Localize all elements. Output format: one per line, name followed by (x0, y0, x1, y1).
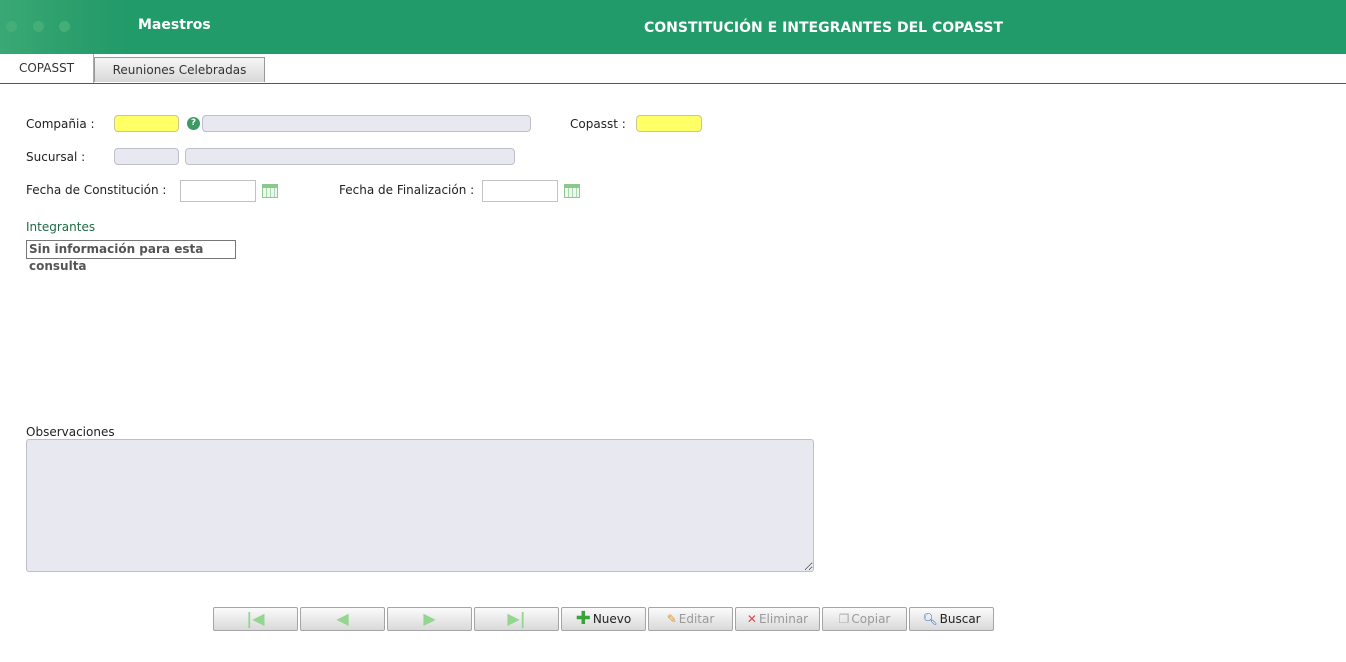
tab-bar: COPASST Reuniones Celebradas (0, 54, 1346, 84)
copasst-label: Copasst : (570, 117, 626, 131)
integrantes-empty-message: Sin información para esta consulta (26, 240, 236, 273)
help-icon[interactable]: ? (187, 117, 200, 130)
app-header: Maestros CONSTITUCIÓN E INTEGRANTES DEL … (0, 0, 1346, 54)
page-title: CONSTITUCIÓN E INTEGRANTES DEL COPASST (644, 20, 1004, 36)
observaciones-label: Observaciones (26, 425, 115, 439)
compania-code-input[interactable] (114, 115, 179, 132)
window-dot (33, 21, 44, 32)
tab-copasst[interactable]: COPASST (0, 54, 94, 83)
fecha-finalizacion-label: Fecha de Finalización : (339, 183, 475, 197)
last-record-button[interactable]: ▶| (474, 607, 559, 631)
eliminar-label: Eliminar (758, 612, 809, 626)
previous-record-button[interactable]: ◀ (300, 607, 385, 631)
compania-label: Compañia : (26, 117, 95, 131)
buscar-label: Buscar (939, 612, 981, 626)
window-dot (59, 21, 70, 32)
first-record-icon: |◀ (246, 609, 265, 628)
sucursal-label: Sucursal : (26, 150, 86, 164)
plus-icon: ✚ (575, 608, 591, 629)
module-title[interactable]: Maestros (138, 17, 211, 33)
calendar-icon[interactable] (564, 184, 580, 198)
copiar-button[interactable]: ❐ Copiar (822, 607, 907, 631)
copiar-label: Copiar (851, 612, 891, 626)
compania-name-field (202, 115, 531, 132)
last-record-icon: ▶| (507, 609, 526, 628)
fecha-constitucion-label: Fecha de Constitución : (26, 183, 167, 197)
copy-icon: ❐ (838, 612, 850, 626)
eliminar-button[interactable]: ✕ Eliminar (735, 607, 820, 631)
copasst-code-input[interactable] (636, 115, 702, 132)
fecha-constitucion-input[interactable] (180, 180, 256, 202)
previous-arrow-icon: ◀ (336, 609, 349, 628)
next-arrow-icon: ▶ (423, 609, 436, 628)
search-icon: 🔍︎ (922, 612, 938, 626)
sucursal-name-field (185, 148, 515, 165)
observaciones-textarea[interactable] (26, 439, 814, 572)
calendar-icon[interactable] (262, 184, 278, 198)
editar-label: Editar (678, 612, 715, 626)
editar-button[interactable]: ✎ Editar (648, 607, 733, 631)
next-record-button[interactable]: ▶ (387, 607, 472, 631)
buscar-button[interactable]: 🔍︎ Buscar (909, 607, 994, 631)
first-record-button[interactable]: |◀ (213, 607, 298, 631)
integrantes-title: Integrantes (26, 220, 96, 234)
nuevo-button[interactable]: ✚ Nuevo (561, 607, 646, 631)
tab-reuniones-celebradas[interactable]: Reuniones Celebradas (94, 57, 265, 82)
window-dot (6, 21, 17, 32)
nuevo-label: Nuevo (592, 612, 632, 626)
pencil-icon: ✎ (666, 612, 677, 626)
sucursal-code-field (114, 148, 179, 165)
delete-x-icon: ✕ (746, 612, 757, 626)
fecha-finalizacion-input[interactable] (482, 180, 558, 202)
